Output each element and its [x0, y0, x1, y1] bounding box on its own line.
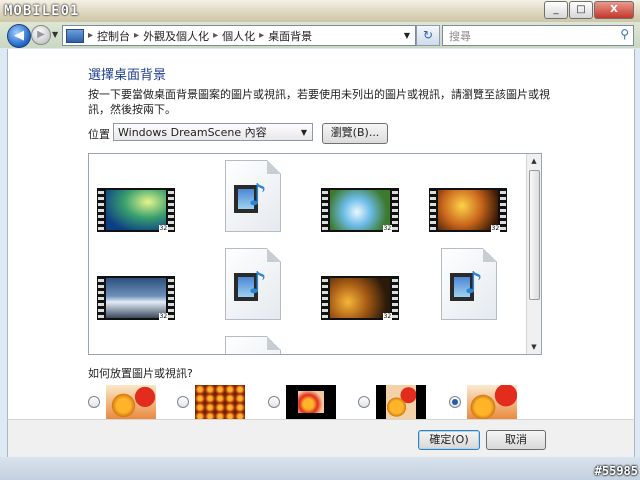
- video-thumbnail: 321: [321, 276, 399, 320]
- position-question: 如何放置圖片或視訊?: [88, 367, 193, 380]
- gallery-item[interactable]: ♪: [441, 248, 497, 320]
- position-radio[interactable]: [177, 396, 189, 408]
- cancel-button[interactable]: 取消: [486, 430, 546, 450]
- back-button[interactable]: ◀: [7, 24, 31, 48]
- window-controls: _ □ X: [544, 1, 634, 19]
- navigation-bar: ◀ ▶ ▼ ▸ 控制台 ▸ 外觀及個人化 ▸ 個人化 ▸ 桌面背景 ▼ ↻ 搜尋…: [0, 22, 640, 48]
- breadcrumb-separator-icon[interactable]: ▸: [88, 30, 93, 41]
- address-bar[interactable]: ▸ 控制台 ▸ 外觀及個人化 ▸ 個人化 ▸ 桌面背景 ▼: [62, 25, 416, 46]
- search-icon[interactable]: ⚲: [620, 27, 629, 41]
- dialog-footer: 確定(O) 取消: [7, 419, 635, 458]
- refresh-icon: ↻: [422, 28, 434, 42]
- breadcrumb-separator-icon[interactable]: ▸: [134, 30, 139, 41]
- position-radio-selected[interactable]: [449, 396, 461, 408]
- waterdrop-video-preview: [330, 190, 390, 230]
- video-file-icon: [225, 336, 281, 354]
- control-panel-icon: [66, 28, 84, 43]
- recent-pages-dropdown[interactable]: ▼: [52, 30, 58, 39]
- image-watermark: #55985: [594, 464, 638, 478]
- position-option-fill[interactable]: [449, 385, 517, 419]
- title-bar: MOBILE01 _ □ X: [0, 0, 640, 22]
- video-thumbnail: 321: [321, 188, 399, 232]
- position-fit-preview[interactable]: [376, 385, 426, 419]
- position-option-tile[interactable]: [177, 385, 245, 419]
- forward-button[interactable]: ▶: [31, 25, 51, 45]
- position-fill-preview[interactable]: [467, 385, 517, 419]
- position-option-fit[interactable]: [358, 385, 426, 419]
- gallery-item[interactable]: 321: [321, 276, 399, 320]
- gallery-item[interactable]: 321: [97, 188, 175, 232]
- scrollbar-thumb[interactable]: [529, 170, 540, 300]
- position-radio[interactable]: [88, 396, 100, 408]
- ok-button[interactable]: 確定(O): [418, 430, 480, 450]
- position-radio[interactable]: [358, 396, 370, 408]
- video-badge: 321: [490, 225, 504, 232]
- video-thumbnail: 321: [97, 188, 175, 232]
- gallery-item[interactable]: 321: [429, 188, 507, 232]
- page-title: 選擇桌面背景: [88, 68, 167, 83]
- position-option-stretch[interactable]: [88, 385, 156, 419]
- position-radio[interactable]: [268, 396, 280, 408]
- breadcrumb-separator-icon[interactable]: ▸: [259, 30, 264, 41]
- breadcrumb-control-panel[interactable]: 控制台: [97, 28, 130, 44]
- video-file-icon: ♪: [225, 248, 281, 320]
- gallery-item[interactable]: ♪: [225, 248, 281, 320]
- location-label: 位置: [88, 128, 110, 141]
- breadcrumb-personalization[interactable]: 個人化: [222, 28, 255, 44]
- breadcrumb-appearance[interactable]: 外觀及個人化: [143, 28, 209, 44]
- location-select-value: Windows DreamScene 內容: [118, 126, 267, 139]
- maximize-button[interactable]: □: [569, 1, 593, 19]
- video-badge: 321: [382, 225, 396, 232]
- main-content: 選擇桌面背景 按一下要當做桌面背景圖案的圖片或視訊，若要使用未列出的圖片或視訊，…: [7, 49, 635, 419]
- breadcrumb-separator-icon[interactable]: ▸: [213, 30, 218, 41]
- gallery-item[interactable]: [225, 336, 281, 354]
- status-bar: [0, 457, 640, 480]
- video-badge: 321: [382, 313, 396, 320]
- background-gallery: 321 ♪ 321 321 321 ♪ 321 ♪ ▲ ▼: [88, 153, 542, 355]
- address-dropdown-icon[interactable]: ▼: [404, 31, 410, 40]
- video-thumbnail: 321: [429, 188, 507, 232]
- video-badge: 321: [158, 225, 172, 232]
- gallery-scrollbar[interactable]: ▲ ▼: [526, 154, 541, 354]
- page-description: 按一下要當做桌面背景圖案的圖片或視訊，若要使用未列出的圖片或視訊，請瀏覽至該圖片…: [88, 88, 550, 116]
- video-file-icon: ♪: [441, 248, 497, 320]
- forward-arrow-icon: ▶: [37, 29, 45, 40]
- refresh-button[interactable]: ↻: [416, 25, 440, 46]
- sunflowers-video-preview: [330, 278, 390, 318]
- gallery-item[interactable]: ♪: [225, 160, 281, 232]
- search-box[interactable]: 搜尋 ⚲: [442, 25, 634, 46]
- close-button[interactable]: X: [594, 1, 634, 19]
- autumn-leaves-video-preview: [438, 190, 498, 230]
- location-select[interactable]: Windows DreamScene 內容 ▼: [113, 123, 313, 141]
- chevron-down-icon: ▼: [300, 128, 307, 137]
- position-option-center[interactable]: [268, 385, 336, 419]
- search-input[interactable]: 搜尋: [449, 28, 471, 44]
- video-file-icon: ♪: [225, 160, 281, 232]
- gallery-item[interactable]: 321: [321, 188, 399, 232]
- position-center-preview[interactable]: [286, 385, 336, 419]
- position-tile-preview[interactable]: [195, 385, 245, 419]
- position-stretch-preview[interactable]: [106, 385, 156, 419]
- scroll-up-icon[interactable]: ▲: [527, 154, 541, 168]
- aurora-video-preview: [106, 190, 166, 230]
- site-logo: MOBILE01: [4, 3, 80, 19]
- mountain-video-preview: [106, 278, 166, 318]
- gallery-item[interactable]: 321: [97, 276, 175, 320]
- minimize-button[interactable]: _: [544, 1, 568, 19]
- breadcrumb-desktop-background[interactable]: 桌面背景: [268, 28, 312, 44]
- back-arrow-icon: ◀: [14, 28, 24, 43]
- video-badge: 321: [158, 313, 172, 320]
- video-thumbnail: 321: [97, 276, 175, 320]
- browse-button[interactable]: 瀏覽(B)...: [322, 123, 388, 144]
- scroll-down-icon[interactable]: ▼: [527, 340, 541, 354]
